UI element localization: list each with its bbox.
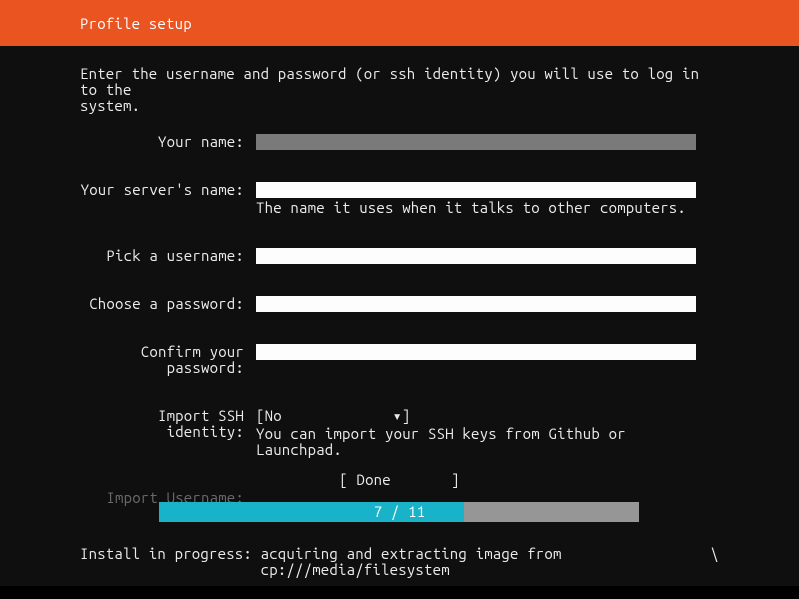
bracket-open: [	[256, 408, 265, 424]
progress-fill	[159, 502, 464, 522]
label-your-name: Your name:	[80, 134, 256, 150]
row-ssh-identity: Import SSH identity: [ No ▾ ] You can im…	[80, 408, 719, 458]
row-password: Choose a password:	[80, 296, 719, 312]
main-content: Enter the username and password (or ssh …	[0, 46, 799, 540]
row-your-name: Your name:	[80, 134, 719, 150]
label-ssh-identity: Import SSH identity:	[80, 408, 256, 440]
done-button[interactable]: [ Done ]	[339, 471, 459, 488]
select-ssh-identity[interactable]: [ No ▾ ]	[256, 408, 410, 424]
page-title: Profile setup	[80, 15, 192, 32]
helper-ssh-identity: You can import your SSH keys from Github…	[256, 426, 719, 458]
select-ssh-value: No	[265, 408, 385, 424]
input-your-name[interactable]	[256, 134, 696, 150]
row-confirm-password: Confirm your password:	[80, 344, 719, 376]
chevron-down-icon: ▾	[393, 408, 402, 424]
input-server-name[interactable]	[256, 182, 696, 198]
input-confirm-password[interactable]	[256, 344, 696, 360]
intro-text: Enter the username and password (or ssh …	[80, 66, 719, 114]
progress-bar: 7 / 11	[159, 502, 639, 522]
input-username[interactable]	[256, 248, 696, 264]
label-server-name: Your server's name:	[80, 182, 256, 198]
spinner-icon: \	[710, 546, 719, 562]
header-bar: Profile setup	[0, 0, 799, 46]
install-status-text: Install in progress: acquiring and extra…	[80, 546, 562, 578]
input-password[interactable]	[256, 296, 696, 312]
bracket-close: ]	[402, 408, 411, 424]
footer-status: Install in progress: acquiring and extra…	[0, 540, 799, 586]
label-password: Choose a password:	[80, 296, 256, 312]
label-confirm-password: Confirm your password:	[80, 344, 256, 376]
label-username: Pick a username:	[80, 248, 256, 264]
row-username: Pick a username:	[80, 248, 719, 264]
progress-row: 7 / 11	[159, 502, 640, 522]
progress-rest	[464, 502, 639, 522]
helper-server-name: The name it uses when it talks to other …	[256, 200, 719, 216]
done-row: [ Done ]	[0, 472, 799, 488]
row-server-name: Your server's name: The name it uses whe…	[80, 182, 719, 216]
